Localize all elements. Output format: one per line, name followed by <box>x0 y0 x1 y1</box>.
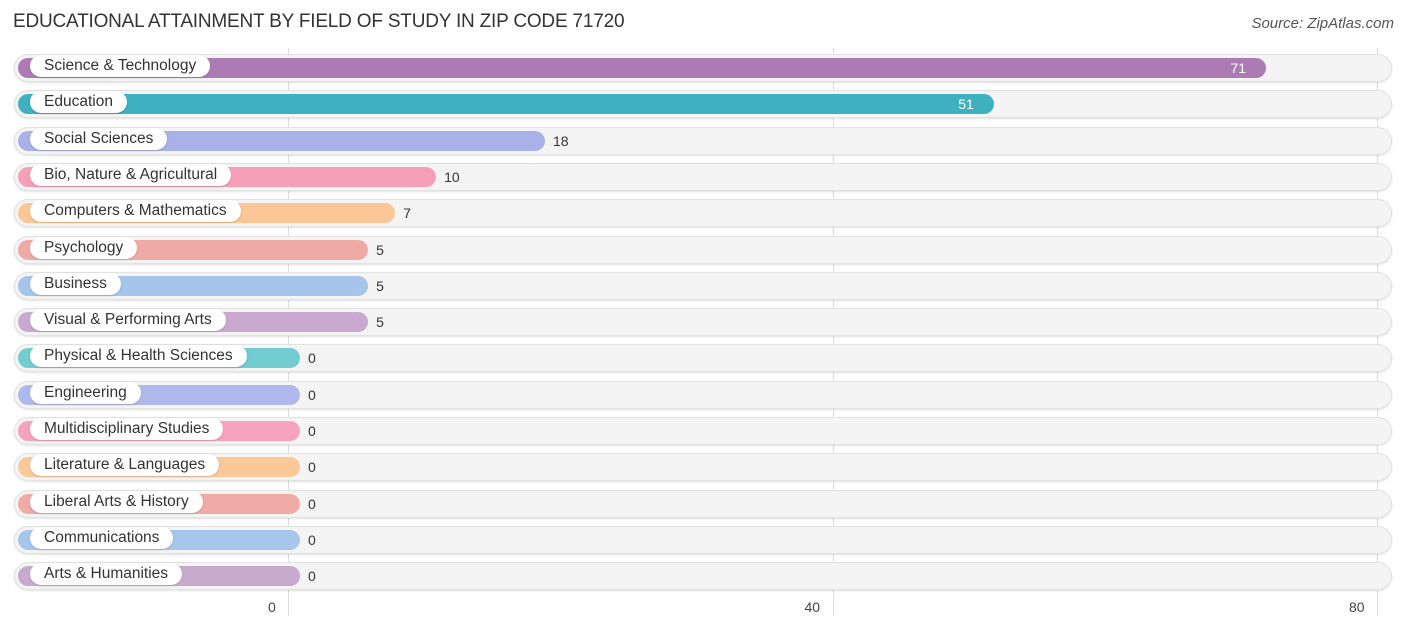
x-tick-label: 80 <box>1349 599 1365 615</box>
category-label: Arts & Humanities <box>30 563 183 586</box>
category-label: Physical & Health Sciences <box>30 345 247 368</box>
bar-row: Psychology 5 <box>14 235 1392 264</box>
value-label: 0 <box>308 386 316 403</box>
value-label: 5 <box>376 314 384 331</box>
chart-title: EDUCATIONAL ATTAINMENT BY FIELD OF STUDY… <box>13 11 625 32</box>
value-label: 71 <box>1230 60 1247 76</box>
value-label: 10 <box>444 168 460 185</box>
bar-row: Physical & Health Sciences 0 <box>14 344 1392 373</box>
x-tick-label: 0 <box>268 599 276 615</box>
value-label: 5 <box>376 277 384 294</box>
bar-row: Visual & Performing Arts 5 <box>14 308 1392 337</box>
value-label: 0 <box>308 423 316 439</box>
category-label: Liberal Arts & History <box>30 490 203 513</box>
bar-row: Computers & Mathematics 7 <box>14 199 1392 228</box>
category-label: Engineering <box>30 381 141 404</box>
bar-row: Bio, Nature & Agricultural 10 <box>14 162 1392 191</box>
value-label: 0 <box>308 531 316 548</box>
value-label: 0 <box>308 568 316 585</box>
category-label: Literature & Languages <box>30 454 220 477</box>
category-label: Communications <box>30 526 174 549</box>
value-label: 51 <box>958 96 974 113</box>
bar-row: Liberal Arts & History 0 <box>14 489 1392 518</box>
bar[interactable] <box>18 94 995 115</box>
category-label: Business <box>30 272 121 295</box>
value-label: 0 <box>308 350 316 367</box>
category-label: Social Sciences <box>30 127 168 150</box>
bar-row: Education 51 <box>14 90 1392 119</box>
bar-row: Arts & Humanities 0 <box>14 562 1392 591</box>
category-label: Science & Technology <box>30 55 211 77</box>
category-label: Visual & Performing Arts <box>30 309 226 332</box>
value-label: 5 <box>376 241 384 258</box>
category-label: Psychology <box>30 236 138 259</box>
bar-row: Literature & Languages 0 <box>14 453 1392 482</box>
bar-row: Engineering 0 <box>14 380 1392 409</box>
value-label: 18 <box>553 132 569 149</box>
value-label: 7 <box>403 205 412 222</box>
category-label: Multidisciplinary Studies <box>30 418 224 440</box>
source-label: Source: ZipAtlas.com <box>1251 15 1394 32</box>
bar-row: Business 5 <box>14 271 1392 300</box>
x-tick-label: 40 <box>804 599 821 615</box>
bar-row: Social Sciences 18 <box>14 126 1392 155</box>
value-label: 0 <box>308 459 316 476</box>
value-label: 0 <box>308 495 316 512</box>
bar-row: Science & Technology 71 <box>14 54 1392 82</box>
category-label: Education <box>30 91 127 114</box>
category-label: Bio, Nature & Agricultural <box>30 163 232 186</box>
bar-row: Communications 0 <box>14 525 1392 554</box>
category-label: Computers & Mathematics <box>30 200 241 223</box>
bar-row: Multidisciplinary Studies 0 <box>14 417 1392 445</box>
